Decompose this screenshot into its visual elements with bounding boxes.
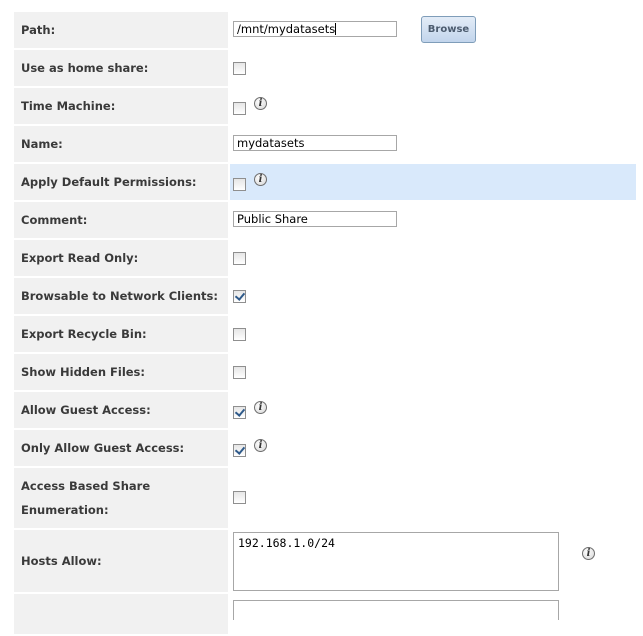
- default-permissions-label: Apply Default Permissions:: [14, 164, 230, 200]
- comment-input[interactable]: Public Share: [233, 211, 397, 227]
- guest-only-checkbox[interactable]: [233, 444, 246, 457]
- time-machine-label: Time Machine:: [14, 88, 230, 124]
- row-comment: Comment: Public Share: [14, 202, 636, 240]
- abse-label: Access Based Share Enumeration:: [14, 468, 230, 528]
- row-name: Name: mydatasets: [14, 126, 636, 164]
- row-hosts-allow: Hosts Allow: 192.168.1.0/24 i: [14, 530, 636, 594]
- browsable-checkbox[interactable]: [233, 290, 246, 303]
- info-icon[interactable]: i: [582, 547, 595, 560]
- home-share-checkbox[interactable]: [233, 62, 246, 75]
- row-export-read-only: Export Read Only:: [14, 240, 636, 278]
- info-icon[interactable]: i: [254, 439, 267, 452]
- info-icon[interactable]: i: [254, 97, 267, 110]
- home-share-label: Use as home share:: [14, 50, 230, 86]
- cifs-share-form: Path: /mnt/mydatasets Browse Use as home…: [14, 12, 636, 636]
- name-label: Name:: [14, 126, 230, 162]
- row-path: Path: /mnt/mydatasets Browse: [14, 12, 636, 50]
- row-home-share: Use as home share:: [14, 50, 636, 88]
- hosts-allow-textarea[interactable]: 192.168.1.0/24: [233, 532, 559, 591]
- row-browsable: Browsable to Network Clients:: [14, 278, 636, 316]
- guest-access-label: Allow Guest Access:: [14, 392, 230, 428]
- browsable-label: Browsable to Network Clients:: [14, 278, 230, 314]
- name-input[interactable]: mydatasets: [233, 135, 397, 151]
- export-read-only-checkbox[interactable]: [233, 252, 246, 265]
- info-icon[interactable]: i: [254, 401, 267, 414]
- row-abse: Access Based Share Enumeration:: [14, 468, 636, 530]
- row-recycle-bin: Export Recycle Bin:: [14, 316, 636, 354]
- guest-only-label: Only Allow Guest Access:: [14, 430, 230, 466]
- export-read-only-label: Export Read Only:: [14, 240, 230, 276]
- row-time-machine: Time Machine: i: [14, 88, 636, 126]
- time-machine-checkbox[interactable]: [233, 102, 246, 115]
- row-guest-access: Allow Guest Access: i: [14, 392, 636, 430]
- path-label: Path:: [14, 12, 230, 48]
- row-guest-only: Only Allow Guest Access: i: [14, 430, 636, 468]
- hosts-allow-label: Hosts Allow:: [14, 530, 230, 592]
- browse-button[interactable]: Browse: [421, 16, 476, 43]
- path-input[interactable]: /mnt/mydatasets: [233, 21, 397, 37]
- recycle-bin-label: Export Recycle Bin:: [14, 316, 230, 352]
- text-cursor: [335, 23, 337, 35]
- recycle-bin-checkbox[interactable]: [233, 328, 246, 341]
- row-hidden-files: Show Hidden Files:: [14, 354, 636, 392]
- hidden-files-label: Show Hidden Files:: [14, 354, 230, 390]
- abse-checkbox[interactable]: [233, 491, 246, 504]
- next-textarea[interactable]: [233, 600, 559, 620]
- default-permissions-checkbox[interactable]: [233, 178, 246, 191]
- hidden-files-checkbox[interactable]: [233, 366, 246, 379]
- info-icon[interactable]: i: [254, 173, 267, 186]
- row-default-permissions: Apply Default Permissions: i: [14, 164, 636, 202]
- comment-label: Comment:: [14, 202, 230, 238]
- guest-access-checkbox[interactable]: [233, 406, 246, 419]
- next-field-label: [14, 594, 230, 634]
- row-next-partial: [14, 594, 636, 636]
